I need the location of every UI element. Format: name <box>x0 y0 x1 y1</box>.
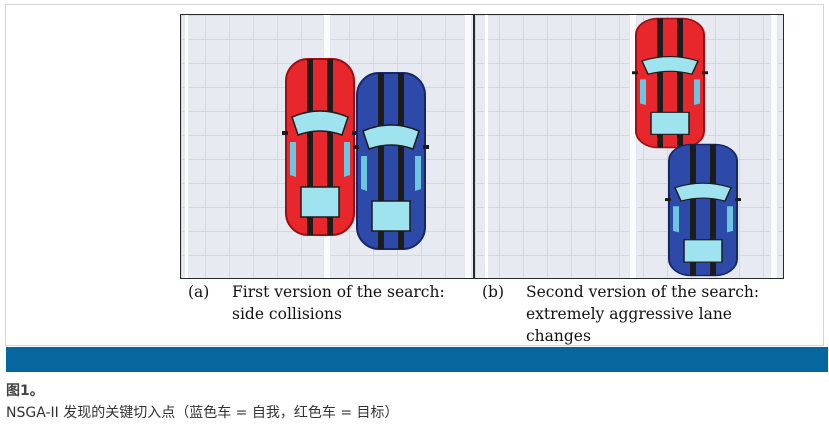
red-car-icon <box>282 57 358 237</box>
figure-card: (a) First version of the search: side co… <box>5 4 824 346</box>
panel-a-caption-line2: side collisions <box>232 305 342 323</box>
panel-b-caption-line2: extremely aggressive lane <box>526 305 732 323</box>
panel-b-letter: (b) <box>482 283 505 301</box>
red-car-icon <box>632 17 708 149</box>
panel-b-scene <box>474 14 784 279</box>
lane-divider-line <box>465 15 471 278</box>
panel-a-letter: (a) <box>188 283 210 301</box>
caption-divider-bar <box>6 347 828 372</box>
figure-label: 图1。 <box>6 383 44 399</box>
blue-car-icon <box>353 71 429 251</box>
panel-b-caption-line3: changes <box>526 327 591 345</box>
lane-divider-line <box>771 15 777 278</box>
panel-a-scene <box>180 14 474 279</box>
road-edge-line <box>185 15 188 278</box>
figure-panels <box>180 14 784 279</box>
blue-car-icon <box>665 143 741 277</box>
panel-b-caption-line1: Second version of the search: <box>526 283 760 301</box>
panel-a-caption-line1: First version of the search: <box>232 283 445 301</box>
road-edge-line <box>485 15 488 278</box>
figure-caption: NSGA-II 发现的关键切入点（蓝色车 = 自我，红色车 = 目标） <box>6 405 399 421</box>
